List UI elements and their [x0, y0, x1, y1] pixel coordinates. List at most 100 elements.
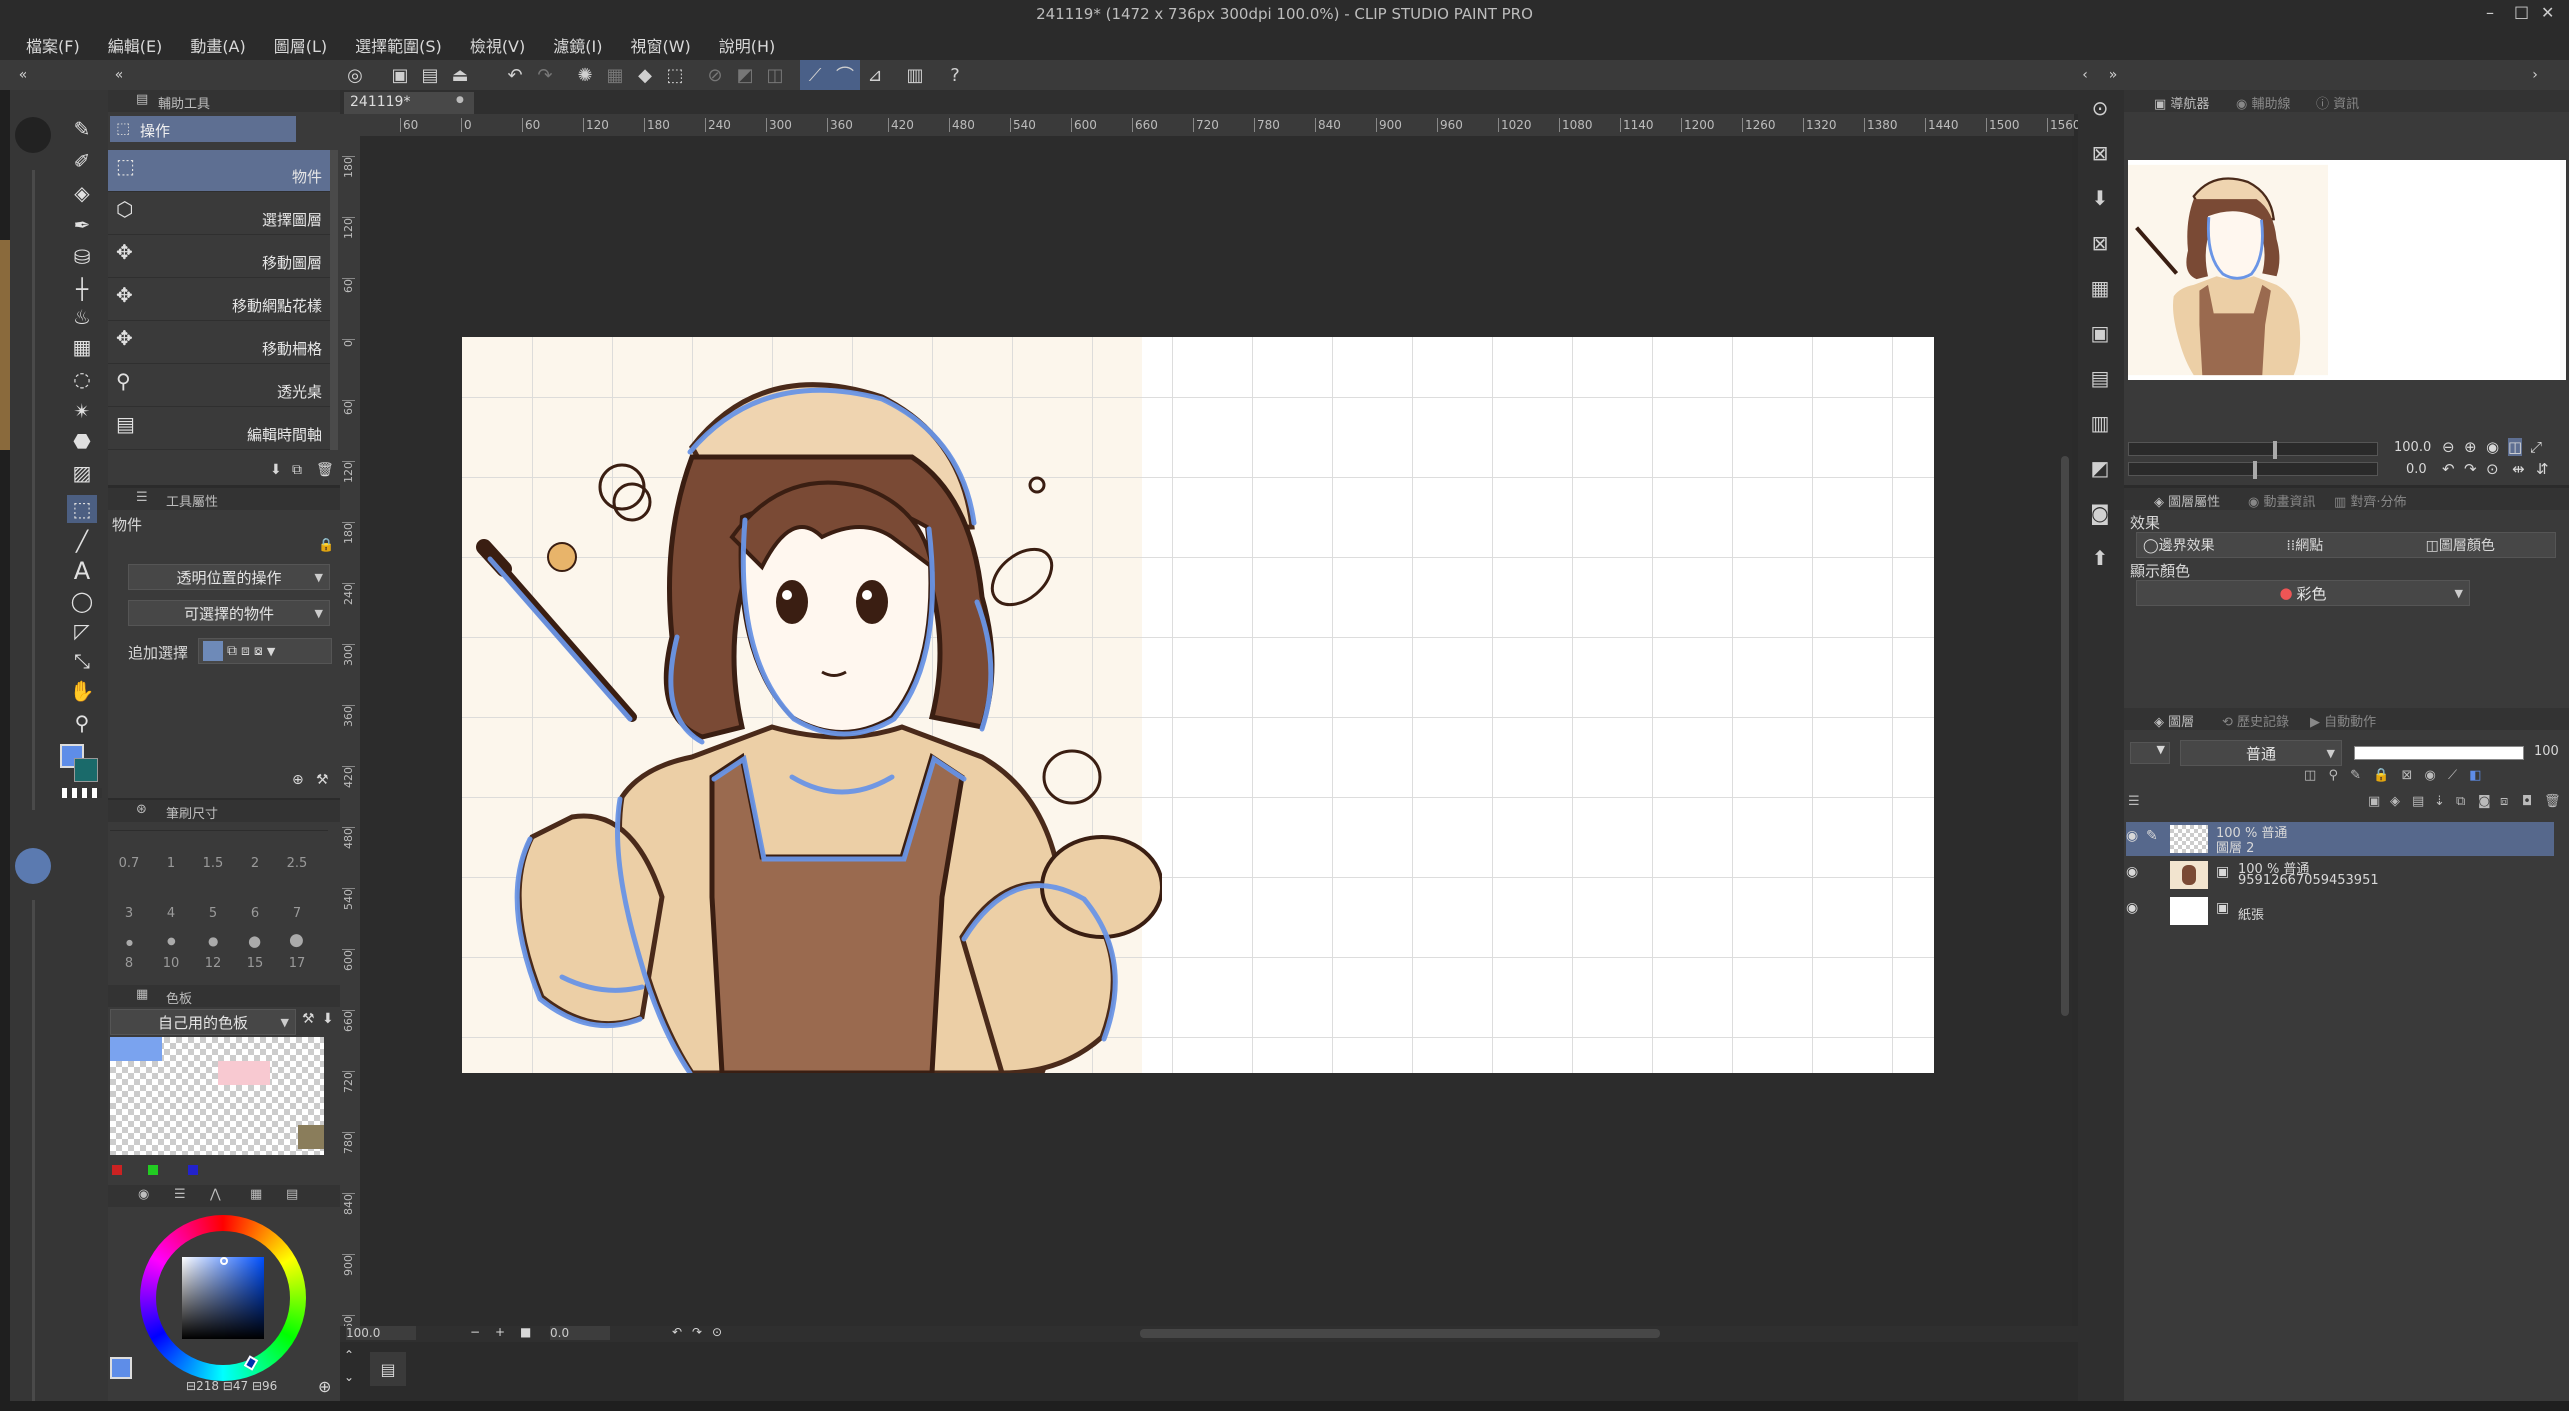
collapse-left2-icon[interactable]: « — [104, 60, 134, 90]
nav-fit-icon[interactable]: ◉ — [2486, 438, 2499, 456]
main-color-circle[interactable] — [15, 117, 51, 153]
export-icon[interactable]: ⬆ — [2082, 540, 2118, 576]
pen-icon[interactable]: ✎ — [60, 115, 104, 143]
tool-settings-icon[interactable]: ⊕ — [292, 772, 304, 788]
snap-ruler-icon[interactable]: ⟋ — [800, 60, 830, 90]
sub-color-swatch[interactable] — [74, 758, 98, 782]
add-selection-buttons[interactable]: ⧉ ⧈ ⧇ ▼ — [198, 638, 332, 664]
border-effect-button[interactable]: ◯邊界效果 — [2137, 535, 2276, 555]
menu-help[interactable]: 說明(H) — [719, 33, 776, 57]
canvas-workspace[interactable] — [360, 136, 2072, 1326]
collapse-right3-icon[interactable]: › — [2520, 60, 2550, 90]
blend-mode-dropdown[interactable]: 普通 ▼ — [2180, 740, 2342, 766]
fit-icon[interactable]: ■ — [520, 1325, 531, 1339]
gradient-icon[interactable]: ▨ — [60, 459, 104, 487]
crop-icon[interactable]: ◫ — [760, 60, 790, 90]
draft-icon[interactable]: ✎ — [2350, 768, 2361, 783]
collapse-right-icon[interactable]: ‹ — [2070, 60, 2100, 90]
zoom-in-icon[interactable]: + — [495, 1325, 505, 1339]
navigator-angle-value[interactable]: 0.0 — [2406, 462, 2427, 477]
brush-size-15[interactable]: 15 — [235, 956, 275, 971]
snap-grid-icon[interactable]: ⊿ — [860, 60, 890, 90]
nav-rotate-left-icon[interactable]: ↶ — [2442, 460, 2455, 478]
brush-size-1.5[interactable]: 1.5 — [193, 856, 233, 871]
brush-size-7[interactable]: 7 — [277, 906, 317, 921]
clear-icon[interactable]: ▦ — [600, 60, 630, 90]
tone-icon[interactable]: ▦ — [2082, 270, 2118, 306]
panel-icon[interactable]: ▥ — [2082, 405, 2118, 441]
menu-selection[interactable]: 選擇範圍(S) — [355, 33, 442, 57]
brush-size-4[interactable]: 4 — [151, 906, 191, 921]
menu-edit[interactable]: 編輯(E) — [108, 33, 163, 57]
menu-layer[interactable]: 圖層(L) — [274, 33, 327, 57]
zoom-out-icon[interactable]: − — [470, 1325, 480, 1339]
layer-panel-menu-icon[interactable]: ☰ — [2128, 794, 2140, 809]
invert-selection-icon[interactable]: ◩ — [730, 60, 760, 90]
reset-rotate-icon[interactable]: ⊙ — [712, 1325, 722, 1339]
nav-fullscreen-icon[interactable]: ⤢ — [2530, 438, 2542, 456]
lock-icon[interactable]: 🔒 — [318, 538, 334, 553]
select-add-icon[interactable]: ⧉ — [227, 643, 237, 659]
brush-size-2[interactable]: 2 — [235, 856, 275, 871]
search-icon[interactable]: ⊙ — [2082, 90, 2118, 126]
current-color-swatch[interactable] — [110, 1357, 132, 1379]
close-tab-icon[interactable]: ● — [456, 95, 464, 105]
frame-icon[interactable]: ▦ — [60, 333, 104, 361]
horizontal-scrollbar[interactable] — [1140, 1329, 1660, 1338]
operation-tool-icon[interactable]: ⬚ — [67, 495, 97, 523]
palette-menu-icon[interactable]: ⬇ — [322, 1011, 334, 1027]
image-icon[interactable]: ◩ — [2082, 450, 2118, 486]
intermediate-color-tab-icon[interactable]: ▦ — [250, 1187, 262, 1202]
info-tab[interactable]: ⓘ 資訊 — [2316, 93, 2359, 112]
brush-size-17[interactable]: 17 — [277, 956, 317, 971]
decoration-icon[interactable]: ✒ — [60, 211, 104, 239]
visibility-eye-icon[interactable]: ◉ — [2126, 864, 2138, 880]
auto-action-tab[interactable]: ▶ 自動動作 — [2310, 711, 2376, 730]
swatch-blue-mini[interactable] — [188, 1165, 198, 1175]
transparent-color-swatch[interactable] — [62, 788, 102, 798]
rotate-right-icon[interactable]: ↷ — [692, 1325, 702, 1339]
collapse-left-icon[interactable]: « — [8, 60, 38, 90]
sv-cursor[interactable] — [220, 1257, 228, 1265]
eyedropper-icon[interactable]: ⚲ — [60, 709, 104, 737]
sub-tool-move-layer[interactable]: ✥ 移動圖層 — [108, 236, 330, 278]
sub-tool-light-table[interactable]: ⚲ 透光桌 — [108, 365, 330, 407]
nav-rotate-right-icon[interactable]: ↷ — [2464, 460, 2477, 478]
animation-info-tab[interactable]: ◉ 動畫資訊 — [2248, 491, 2316, 510]
select-intersect-icon[interactable]: ⧇ — [254, 643, 263, 659]
approximate-color-tab-icon[interactable]: ▤ — [286, 1187, 298, 1202]
brush-size-10[interactable]: 10 — [151, 956, 191, 971]
create-subtool-icon[interactable]: ⬇ — [270, 462, 282, 478]
duplicate-icon[interactable]: ⧈ — [2500, 794, 2508, 809]
color-swatches[interactable] — [110, 1037, 324, 1155]
selectable-object-dropdown[interactable]: 可選擇的物件 ▼ — [128, 600, 330, 626]
edit-palette-icon[interactable]: ⚒ — [302, 1011, 315, 1027]
line-icon[interactable]: ╱ — [60, 527, 104, 555]
new-file-icon[interactable]: ▣ — [385, 60, 415, 90]
sub-color-circle[interactable] — [15, 848, 51, 884]
brush-size-2.5[interactable]: 2.5 — [277, 856, 317, 871]
layer-property-tab[interactable]: ◈ 圖層屬性 — [2154, 491, 2220, 510]
swatch-pink-2[interactable] — [244, 1061, 270, 1085]
save-icon[interactable]: ⏏ — [445, 60, 475, 90]
clip-icon[interactable]: ◫ — [2304, 768, 2316, 783]
text-icon[interactable]: A — [60, 557, 104, 585]
deselect-icon[interactable]: ⊘ — [700, 60, 730, 90]
nav-actual-size-icon[interactable]: ◫ — [2508, 438, 2523, 456]
new-vector-icon[interactable]: ◈ — [2390, 794, 2400, 809]
layer-row-image[interactable]: ◉ ▣ 100 % 普通 95912667059453951 — [2126, 858, 2554, 892]
zoom-value[interactable]: 100.0 — [346, 1326, 416, 1340]
rotate-slider-track[interactable] — [2128, 461, 2378, 479]
new-folder-icon[interactable]: ▤ — [2412, 794, 2424, 809]
visibility-eye-icon[interactable]: ◉ — [2126, 900, 2138, 916]
minimize-button[interactable]: – — [2486, 3, 2494, 22]
fill-icon[interactable]: ◆ — [630, 60, 660, 90]
angle-value[interactable]: 0.0 — [550, 1326, 610, 1340]
lock-layer-icon[interactable]: 🔒 — [2373, 768, 2389, 783]
help-icon[interactable]: ? — [940, 60, 970, 90]
mask-apply-icon[interactable]: ◘ — [2522, 794, 2532, 809]
undo-icon[interactable]: ↶ — [500, 60, 530, 90]
redo-icon[interactable]: ↷ — [530, 60, 560, 90]
timeline-collapse-icon[interactable]: ⌄ — [344, 1370, 354, 1384]
combine-icon[interactable]: ⧉ — [2456, 794, 2465, 809]
